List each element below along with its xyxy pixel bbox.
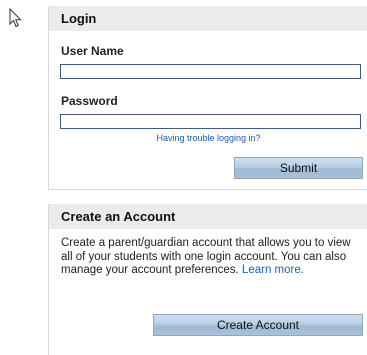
mouse-pointer-icon	[9, 8, 22, 28]
trouble-logging-in-link[interactable]: Having trouble logging in?	[156, 133, 260, 143]
create-account-title: Create an Account	[49, 204, 367, 229]
password-label: Password	[61, 94, 118, 108]
login-panel: Login User Name Password Having trouble …	[48, 6, 367, 190]
submit-button[interactable]: Submit	[234, 157, 363, 179]
create-account-button[interactable]: Create Account	[153, 314, 363, 336]
create-account-description: Create a parent/guardian account that al…	[61, 237, 356, 278]
username-input[interactable]	[60, 64, 361, 79]
create-account-description-text: Create a parent/guardian account that al…	[61, 237, 351, 276]
learn-more-link[interactable]: Learn more.	[242, 264, 304, 276]
trouble-link-row: Having trouble logging in?	[49, 133, 367, 143]
username-label: User Name	[61, 44, 124, 58]
create-account-panel: Create an Account Create a parent/guardi…	[48, 204, 367, 355]
password-input[interactable]	[60, 114, 361, 129]
login-panel-title: Login	[49, 6, 367, 31]
